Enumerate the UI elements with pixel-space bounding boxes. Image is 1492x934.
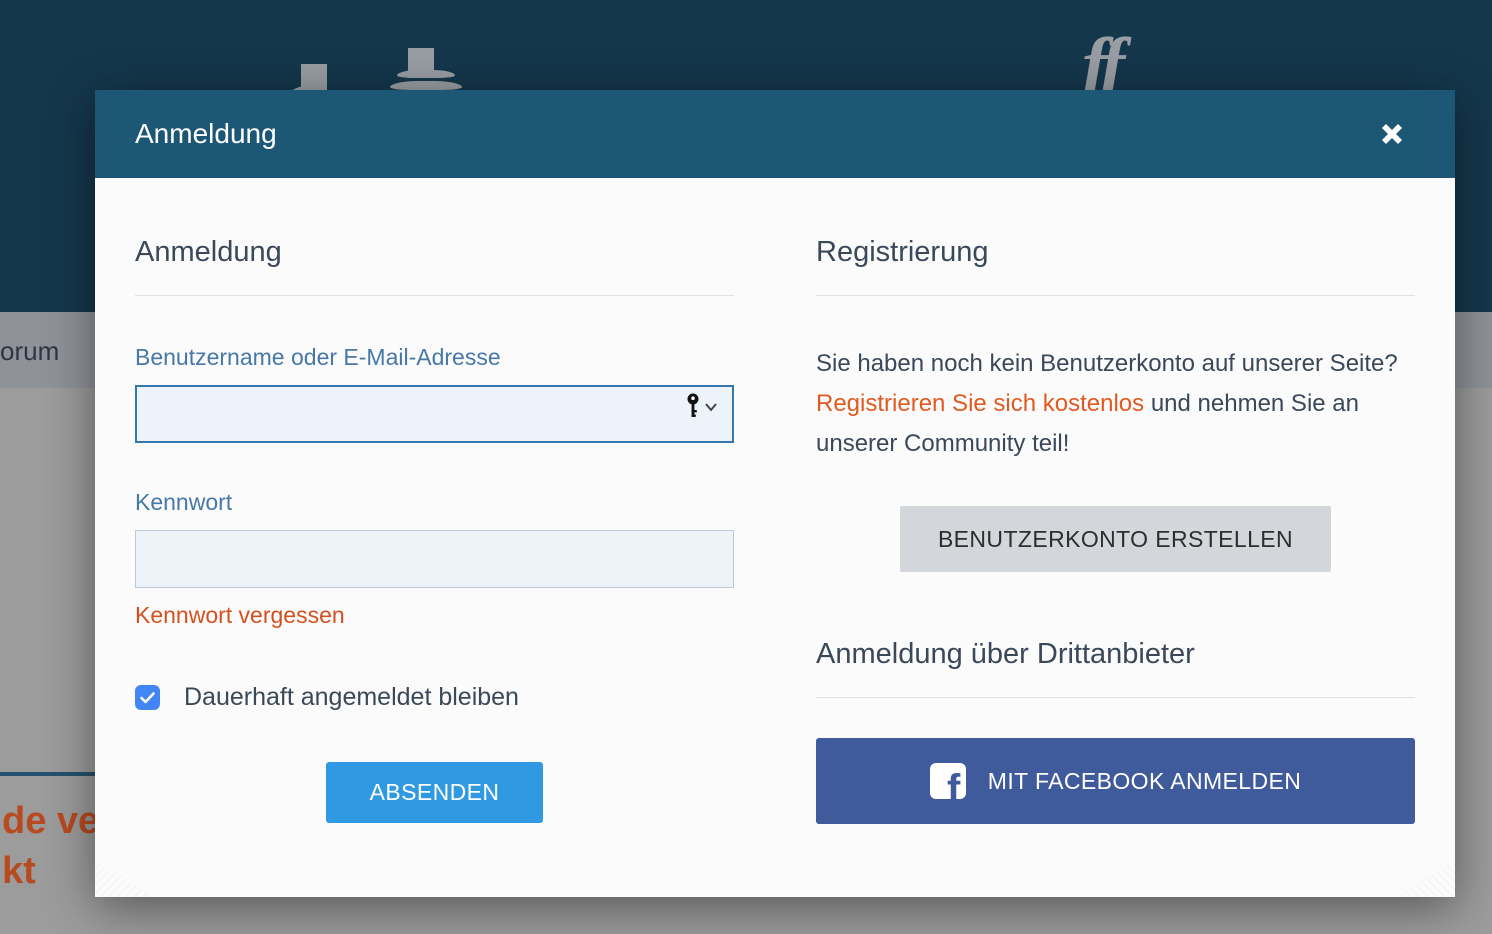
password-input[interactable]: [135, 530, 734, 588]
username-input[interactable]: [135, 385, 734, 443]
login-heading: Anmeldung: [135, 236, 734, 296]
facebook-login-button[interactable]: f MIT FACEBOOK ANMELDEN: [816, 738, 1415, 824]
login-dialog: Anmeldung Anmeldung Benutzername oder E-…: [95, 90, 1455, 897]
register-link[interactable]: Registrieren Sie sich kostenlos: [816, 390, 1144, 417]
dialog-header: Anmeldung: [95, 90, 1455, 178]
dialog-title: Anmeldung: [135, 118, 277, 150]
registration-section: Registrierung Sie haben noch kein Benutz…: [816, 236, 1415, 824]
username-label: Benutzername oder E-Mail-Adresse: [135, 344, 734, 371]
chevron-down-icon[interactable]: [704, 402, 718, 412]
submit-button[interactable]: ABSENDEN: [326, 762, 544, 823]
key-icon: [686, 393, 700, 421]
close-icon[interactable]: [1377, 119, 1407, 149]
login-section: Anmeldung Benutzername oder E-Mail-Adres…: [135, 236, 734, 824]
remember-me-checkbox[interactable]: [135, 685, 160, 710]
menu-tab-forum[interactable]: orum: [0, 336, 59, 367]
facebook-icon: f: [930, 763, 966, 799]
third-party-heading: Anmeldung über Drittanbieter: [816, 638, 1415, 698]
check-icon: [140, 692, 155, 704]
remember-me-label: Dauerhaft angemeldet bleiben: [184, 683, 519, 712]
registration-heading: Registrierung: [816, 236, 1415, 296]
remember-me-row: Dauerhaft angemeldet bleiben: [135, 683, 734, 712]
facebook-login-label: MIT FACEBOOK ANMELDEN: [988, 768, 1301, 795]
forgot-password-link[interactable]: Kennwort vergessen: [135, 602, 345, 629]
create-account-button[interactable]: BENUTZERKONTO ERSTELLEN: [900, 506, 1331, 572]
password-label: Kennwort: [135, 489, 734, 516]
registration-text: Sie haben noch kein Benutzerkonto auf un…: [816, 344, 1415, 464]
